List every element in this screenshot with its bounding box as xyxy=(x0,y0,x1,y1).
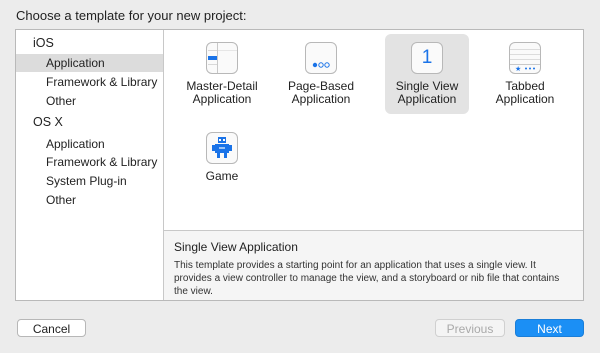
template-master-detail[interactable]: Master-Detail Application xyxy=(180,34,264,114)
svg-text:★: ★ xyxy=(515,65,521,73)
sidebar-item-ios-application[interactable]: Application xyxy=(16,54,163,72)
template-chooser: iOS Application Framework & Library Othe… xyxy=(15,29,584,301)
game-icon xyxy=(206,132,238,164)
next-button[interactable]: Next xyxy=(515,319,584,337)
master-detail-icon xyxy=(206,42,238,74)
description-title: Single View Application xyxy=(174,240,298,254)
template-grid: Master-Detail Application Page-Based App… xyxy=(164,30,583,231)
sidebar-item-osx-framework-library[interactable]: Framework & Library xyxy=(16,153,163,171)
template-game[interactable]: Game xyxy=(180,124,264,204)
template-label: Game xyxy=(205,169,239,183)
sidebar-item-osx-system-plugin[interactable]: System Plug-in xyxy=(16,172,163,190)
template-label: Tabbed Application xyxy=(495,79,555,106)
cancel-button[interactable]: Cancel xyxy=(17,319,86,337)
template-description: Single View Application This template pr… xyxy=(164,231,583,300)
template-page-based[interactable]: Page-Based Application xyxy=(279,34,363,114)
template-label: Page-Based Application xyxy=(287,79,355,106)
tabbed-icon: ★ xyxy=(509,42,541,74)
sidebar-item-osx-application[interactable]: Application xyxy=(16,135,163,153)
template-tabbed[interactable]: ★ Tabbed Application xyxy=(483,34,567,114)
description-body: This template provides a starting point … xyxy=(174,260,560,297)
single-view-icon: 1 xyxy=(411,42,443,74)
platform-sidebar: iOS Application Framework & Library Othe… xyxy=(16,30,164,300)
page-title: Choose a template for your new project: xyxy=(16,8,247,23)
sidebar-item-ios-framework-library[interactable]: Framework & Library xyxy=(16,73,163,91)
template-label: Single View Application xyxy=(395,79,459,106)
sidebar-group-osx: OS X xyxy=(33,115,63,129)
template-single-view[interactable]: 1 Single View Application xyxy=(385,34,469,114)
single-view-number: 1 xyxy=(421,47,433,68)
sidebar-item-osx-other[interactable]: Other xyxy=(16,191,163,209)
sidebar-group-ios: iOS xyxy=(33,36,54,50)
page-based-icon xyxy=(305,42,337,74)
previous-button[interactable]: Previous xyxy=(435,319,505,337)
sidebar-item-ios-other[interactable]: Other xyxy=(16,92,163,110)
template-label: Master-Detail Application xyxy=(186,79,258,106)
